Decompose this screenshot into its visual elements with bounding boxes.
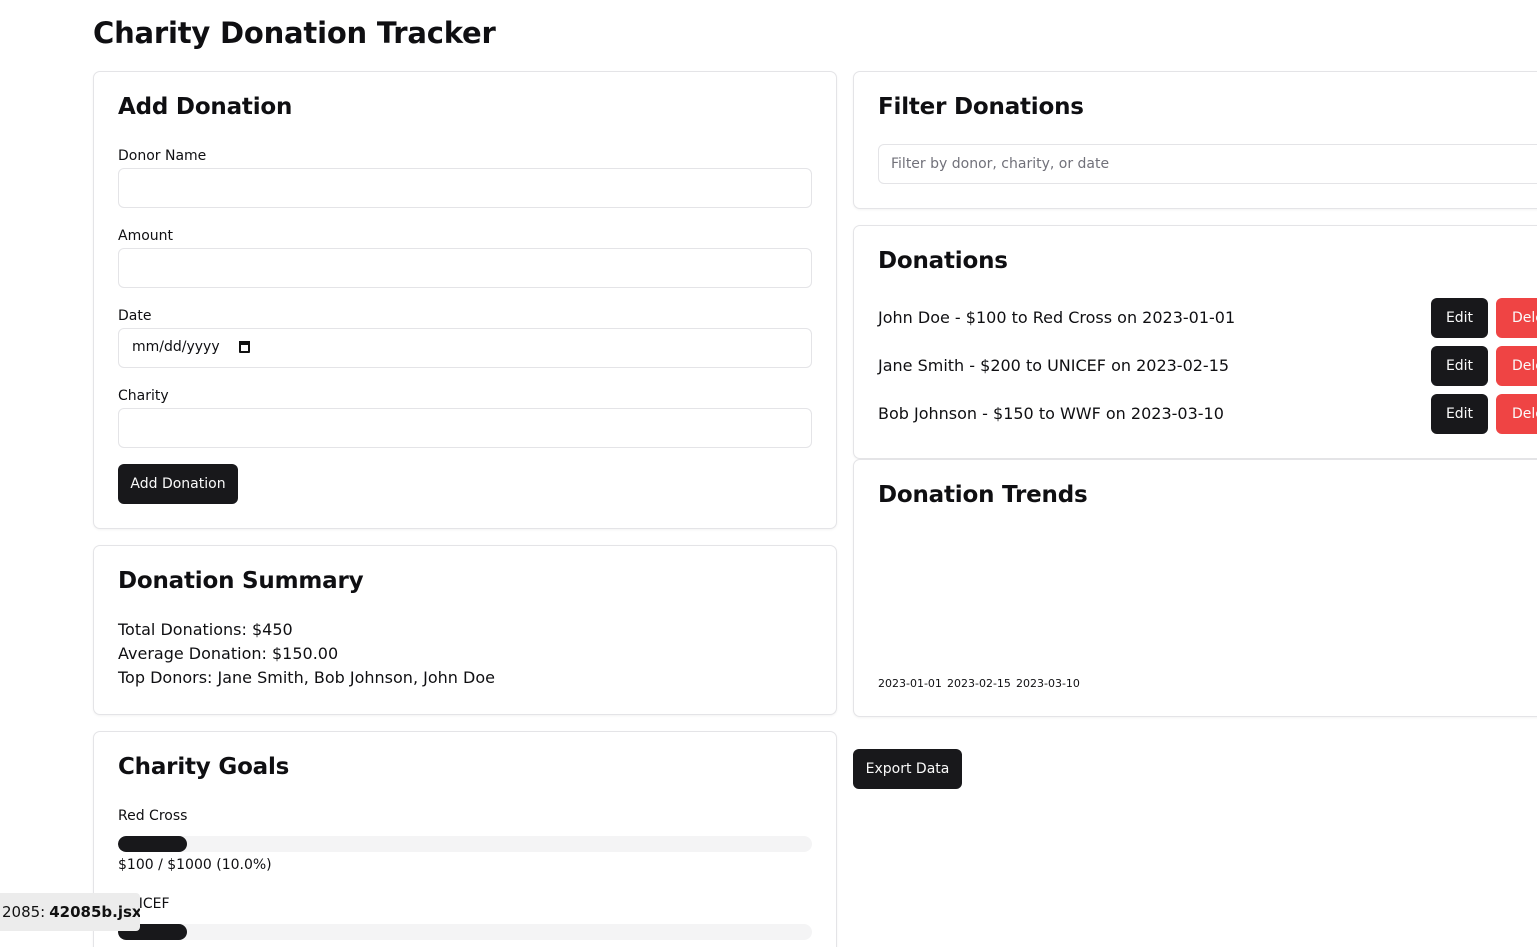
donation-item: Jane Smith - $200 to UNICEF on 2023-02-1… — [878, 356, 1230, 375]
x-tick-label: 2023-01-01 — [878, 677, 942, 690]
page-title: Charity Donation Tracker — [93, 16, 496, 50]
goal-progress-text-red-cross: $100 / $1000 (10.0%) — [118, 857, 272, 873]
delete-button[interactable]: Delete — [1496, 394, 1537, 434]
file-badge-prefix: 2085: — [2, 903, 46, 921]
donation-trends-heading: Donation Trends — [878, 482, 1088, 508]
calendar-icon[interactable] — [239, 341, 250, 353]
delete-button[interactable]: Delete — [1496, 346, 1537, 386]
add-donation-heading: Add Donation — [118, 94, 293, 120]
charity-label: Charity — [118, 388, 169, 404]
goal-progress-red-cross — [118, 836, 812, 852]
top-donors-text: Top Donors: Jane Smith, Bob Johnson, Joh… — [118, 668, 495, 687]
file-badge-filename: 42085b.jsx — [49, 903, 140, 921]
total-donations-text: Total Donations: $450 — [118, 620, 293, 639]
amount-label: Amount — [118, 228, 174, 244]
goal-label-red-cross: Red Cross — [118, 808, 188, 824]
filter-placeholder: Filter by donor, charity, or date — [891, 156, 1110, 172]
filter-donations-heading: Filter Donations — [878, 94, 1084, 120]
average-donation-text: Average Donation: $150.00 — [118, 644, 339, 663]
donor-name-input[interactable] — [118, 168, 812, 208]
page: Charity Donation Tracker Add Donation Do… — [0, 0, 1537, 947]
date-placeholder: mm/dd/yyyy — [132, 339, 220, 355]
donation-summary-card: Donation Summary Total Donations: $450 A… — [93, 545, 837, 715]
goal-progress-unicef — [118, 924, 812, 940]
add-donation-button[interactable]: Add Donation — [118, 464, 238, 504]
filter-input[interactable]: Filter by donor, charity, or date — [878, 144, 1537, 184]
charity-input[interactable] — [118, 408, 812, 448]
x-tick-label: 2023-02-15 — [947, 677, 1011, 690]
edit-button[interactable]: Edit — [1431, 346, 1488, 386]
amount-input[interactable] — [118, 248, 812, 288]
date-label: Date — [118, 308, 152, 324]
donation-item: Bob Johnson - $150 to WWF on 2023-03-10 — [878, 404, 1224, 423]
donation-item: John Doe - $100 to Red Cross on 2023-01-… — [878, 308, 1236, 327]
delete-button[interactable]: Delete — [1496, 298, 1537, 338]
export-data-button[interactable]: Export Data — [853, 749, 962, 789]
charity-goals-card: Charity Goals Red Cross $100 / $1000 (10… — [93, 731, 837, 947]
donations-card: Donations John Doe - $100 to Red Cross o… — [853, 225, 1537, 459]
edit-button[interactable]: Edit — [1431, 298, 1488, 338]
donation-summary-heading: Donation Summary — [118, 568, 364, 594]
date-input[interactable]: mm/dd/yyyy — [118, 328, 812, 368]
donations-heading: Donations — [878, 248, 1008, 274]
x-tick-label: 2023-03-10 — [1016, 677, 1080, 690]
filter-donations-card: Filter Donations Filter by donor, charit… — [853, 71, 1537, 209]
donation-trends-card: Donation Trends 2023-01-01 2023-02-15 20… — [853, 459, 1537, 717]
goal-progress-fill — [118, 836, 188, 852]
file-badge: 2085: 42085b.jsx — [0, 893, 140, 931]
add-donation-card: Add Donation Donor Name Amount Date mm/d… — [93, 71, 837, 529]
charity-goals-heading: Charity Goals — [118, 754, 290, 780]
edit-button[interactable]: Edit — [1431, 394, 1488, 434]
donor-name-label: Donor Name — [118, 148, 207, 164]
